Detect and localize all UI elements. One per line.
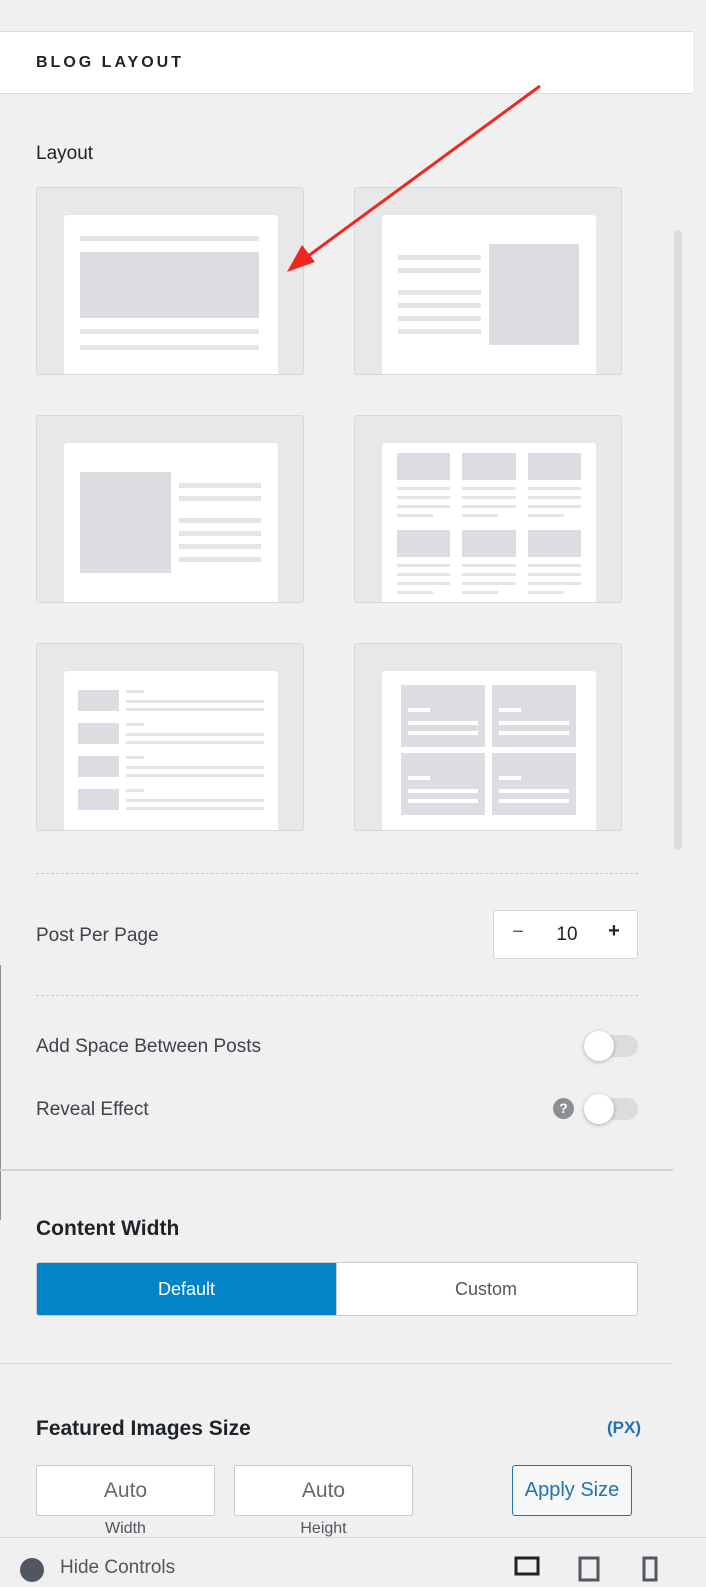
- decrement-button[interactable]: −: [508, 921, 528, 944]
- divider: [36, 995, 638, 996]
- apply-size-button[interactable]: Apply Size: [512, 1465, 632, 1516]
- hide-controls-icon[interactable]: [20, 1558, 44, 1582]
- height-caption: Height: [300, 1520, 347, 1537]
- layout-preview: [382, 215, 596, 374]
- width-caption: Width: [105, 1520, 146, 1537]
- height-input[interactable]: Auto: [234, 1465, 413, 1516]
- scrollbar[interactable]: [674, 230, 682, 850]
- toggle-knob: [584, 1094, 614, 1124]
- add-space-label: Add Space Between Posts: [36, 1036, 261, 1057]
- divider: [36, 873, 638, 874]
- layout-preview: [382, 443, 596, 602]
- tablet-icon[interactable]: [578, 1556, 602, 1582]
- section-divider: [0, 1169, 673, 1171]
- help-icon[interactable]: ?: [553, 1098, 574, 1119]
- content-width-title: Content Width: [36, 1217, 180, 1240]
- unit-link[interactable]: (PX): [607, 1418, 641, 1438]
- reveal-effect-label: Reveal Effect: [36, 1099, 149, 1120]
- layout-preview: [64, 215, 278, 374]
- panel-edge: [0, 965, 1, 1220]
- default-option[interactable]: Default: [37, 1263, 336, 1315]
- layout-label: Layout: [36, 143, 94, 164]
- featured-images-title: Featured Images Size: [36, 1417, 251, 1440]
- layout-option-5[interactable]: [36, 643, 304, 831]
- reveal-effect-toggle[interactable]: [584, 1094, 638, 1124]
- increment-button[interactable]: +: [604, 920, 624, 943]
- toggle-knob: [584, 1031, 614, 1061]
- post-per-page-value[interactable]: 10: [542, 924, 592, 946]
- section-title: BLOG LAYOUT: [36, 54, 184, 71]
- desktop-icon[interactable]: [514, 1556, 540, 1582]
- content-width-selector[interactable]: Default Custom: [36, 1262, 638, 1316]
- layout-option-6[interactable]: [354, 643, 622, 831]
- mobile-icon[interactable]: [642, 1556, 660, 1582]
- layout-option-2[interactable]: [354, 187, 622, 375]
- layout-option-4[interactable]: [354, 415, 622, 603]
- custom-option[interactable]: Custom: [336, 1263, 635, 1315]
- add-space-toggle[interactable]: [584, 1031, 638, 1061]
- section-header[interactable]: BLOG LAYOUT: [0, 31, 693, 94]
- layout-option-3[interactable]: [36, 415, 304, 603]
- layout-option-1[interactable]: [36, 187, 304, 375]
- hide-controls-button[interactable]: Hide Controls: [60, 1557, 175, 1579]
- post-per-page-label: Post Per Page: [36, 925, 159, 946]
- width-input[interactable]: Auto: [36, 1465, 215, 1516]
- layout-preview: [64, 671, 278, 830]
- footer-bar: Hide Controls: [0, 1537, 706, 1587]
- post-per-page-stepper[interactable]: − 10 +: [493, 910, 638, 959]
- layout-preview: [64, 443, 278, 602]
- section-divider: [0, 1363, 673, 1364]
- layout-preview: [382, 671, 596, 830]
